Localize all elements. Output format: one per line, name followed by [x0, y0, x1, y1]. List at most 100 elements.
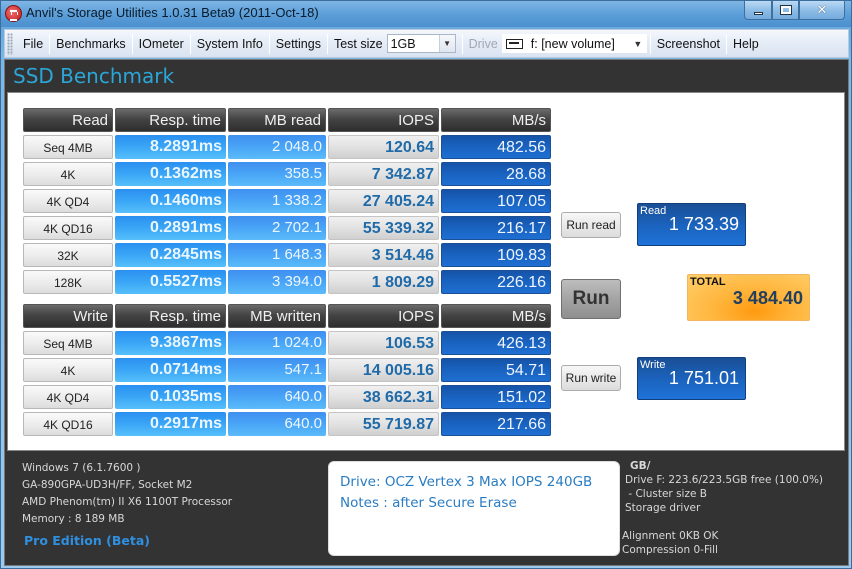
run-read-button[interactable]: Run read: [561, 212, 621, 238]
write-table-header-mb: MB written: [228, 304, 326, 328]
total-score-value: 3 484.40: [732, 288, 803, 308]
system-info: Windows 7 (6.1.7600 ) GA-890GPA-UD3H/FF,…: [22, 460, 232, 528]
motherboard-info: GA-890GPA-UD3H/FF, Socket M2: [22, 479, 193, 491]
row-label-button[interactable]: 4K QD16: [23, 216, 113, 240]
result-cell-mbs: 482.56: [441, 135, 551, 159]
test-size-select[interactable]: 1GB ▼: [386, 34, 456, 53]
result-cell-mbs: 54.71: [441, 358, 551, 382]
result-cell-resp-time: 0.5527ms: [115, 270, 226, 294]
result-cell-mb: 2 702.1: [228, 216, 326, 240]
read-score-label: Read: [640, 205, 667, 217]
drive-select[interactable]: f: [new volume] ▼: [501, 34, 647, 53]
minimize-button[interactable]: [744, 1, 772, 20]
cpu-info: AMD Phenom(tm) II X6 1100T Processor: [22, 496, 233, 508]
result-cell-mbs: 107.05: [441, 189, 551, 213]
run-write-button[interactable]: Run write: [561, 365, 621, 391]
result-cell-resp-time: 0.1362ms: [115, 162, 226, 186]
drive-value: f: [new volume]: [530, 36, 615, 51]
row-label-button[interactable]: 4K: [23, 162, 113, 186]
os-info: Windows 7 (6.1.7600 ): [22, 462, 141, 474]
menu-help[interactable]: Help: [727, 33, 765, 55]
notes-text: Notes : after Secure Erase: [340, 495, 517, 511]
app-logo-icon: [5, 5, 22, 22]
result-cell-iops: 14 005.16: [328, 358, 439, 382]
row-label-button[interactable]: 4K: [23, 358, 113, 382]
result-cell-resp-time: 8.2891ms: [115, 135, 226, 159]
result-cell-iops: 55 339.32: [328, 216, 439, 240]
caption-buttons: ✕: [744, 1, 845, 21]
result-cell-mbs: 226.16: [441, 270, 551, 294]
result-cell-mb: 1 024.0: [228, 331, 326, 355]
menu-settings[interactable]: Settings: [270, 33, 327, 55]
result-cell-mb: 640.0: [228, 412, 326, 436]
read-table-header-mbs: MB/s: [441, 108, 551, 132]
run-button[interactable]: Run: [561, 279, 621, 319]
page-title: SSD Benchmark: [13, 64, 175, 88]
result-cell-iops: 3 514.46: [328, 243, 439, 267]
menu-screenshot[interactable]: Screenshot: [651, 33, 726, 55]
row-label-button[interactable]: Seq 4MB: [23, 331, 113, 355]
app-window: Anvil's Storage Utilities 1.0.31 Beta9 (…: [0, 0, 852, 569]
result-cell-mbs: 109.83: [441, 243, 551, 267]
result-cell-resp-time: 0.1035ms: [115, 385, 226, 409]
write-table-header-mbs: MB/s: [441, 304, 551, 328]
maximize-button[interactable]: [772, 1, 799, 20]
notes-box[interactable]: Drive: OCZ Vertex 3 Max IOPS 240GB Notes…: [328, 461, 620, 556]
cluster-size: - Cluster size B: [625, 488, 707, 500]
menu-system-info[interactable]: System Info: [191, 33, 269, 55]
row-label-button[interactable]: 4K QD16: [23, 412, 113, 436]
drive-model: Drive: OCZ Vertex 3 Max IOPS 240GB: [340, 474, 593, 490]
result-cell-mb: 3 394.0: [228, 270, 326, 294]
result-cell-iops: 38 662.31: [328, 385, 439, 409]
benchmark-panel: Read Resp. time MB read IOPS MB/s Seq 4MB 8.28…: [7, 92, 845, 451]
result-cell-iops: 1 809.29: [328, 270, 439, 294]
write-table-header-resp-time: Resp. time: [115, 304, 226, 328]
drive-free-space: Drive F: 223.6/223.5GB free (100.0%): [625, 474, 824, 486]
result-cell-iops: 55 719.87: [328, 412, 439, 436]
test-size-value: 1GB: [390, 36, 416, 51]
write-table-header-iops: IOPS: [328, 304, 439, 328]
read-table-header-iops: IOPS: [328, 108, 439, 132]
storage-driver: Storage driver: [625, 502, 701, 514]
window-title: Anvil's Storage Utilities 1.0.31 Beta9 (…: [26, 5, 319, 20]
result-cell-mb: 640.0: [228, 385, 326, 409]
chevron-down-icon[interactable]: ▼: [629, 35, 646, 52]
drive-label: Drive: [468, 36, 498, 51]
title-bar[interactable]: Anvil's Storage Utilities 1.0.31 Beta9 (…: [1, 1, 851, 27]
result-cell-mbs: 151.02: [441, 385, 551, 409]
row-label-button[interactable]: 128K: [23, 270, 113, 294]
chevron-down-icon[interactable]: ▼: [438, 35, 455, 52]
result-cell-resp-time: 0.0714ms: [115, 358, 226, 382]
menu-benchmarks[interactable]: Benchmarks: [50, 33, 131, 55]
drive-info-spacer: [625, 515, 823, 529]
result-cell-mbs: 217.66: [441, 412, 551, 436]
menu-file[interactable]: File: [17, 33, 49, 55]
result-cell-resp-time: 9.3867ms: [115, 331, 226, 355]
result-cell-resp-time: 0.2917ms: [115, 412, 226, 436]
total-score-label: TOTAL: [690, 276, 726, 288]
result-cell-mbs: 216.17: [441, 216, 551, 240]
read-table-header-label: Read: [23, 108, 113, 132]
maximize-icon: [779, 5, 792, 15]
row-label-button[interactable]: 4K QD4: [23, 189, 113, 213]
alignment-info: Alignment 0KB OK: [622, 530, 719, 542]
read-score-value: 1 733.39: [668, 214, 739, 234]
write-table-header-label: Write: [23, 304, 113, 328]
row-label-button[interactable]: 4K QD4: [23, 385, 113, 409]
toolbar-grip-icon[interactable]: [7, 32, 13, 55]
menu-iometer[interactable]: IOmeter: [133, 33, 190, 55]
compression-info: Compression 0-Fill: [622, 544, 718, 556]
result-cell-mb: 358.5: [228, 162, 326, 186]
menu-bar: File Benchmarks IOmeter System Info Sett…: [4, 29, 849, 58]
result-cell-iops: 120.64: [328, 135, 439, 159]
result-cell-resp-time: 0.1460ms: [115, 189, 226, 213]
result-cell-iops: 106.53: [328, 331, 439, 355]
row-label-button[interactable]: Seq 4MB: [23, 135, 113, 159]
row-label-button[interactable]: 32K: [23, 243, 113, 267]
result-cell-resp-time: 0.2845ms: [115, 243, 226, 267]
main-panel: SSD Benchmark Read Resp. time MB read IOPS M…: [4, 59, 849, 566]
close-button[interactable]: ✕: [799, 1, 845, 20]
minimize-icon: [753, 11, 763, 15]
result-cell-iops: 7 342.87: [328, 162, 439, 186]
result-cell-mb: 1 338.2: [228, 189, 326, 213]
